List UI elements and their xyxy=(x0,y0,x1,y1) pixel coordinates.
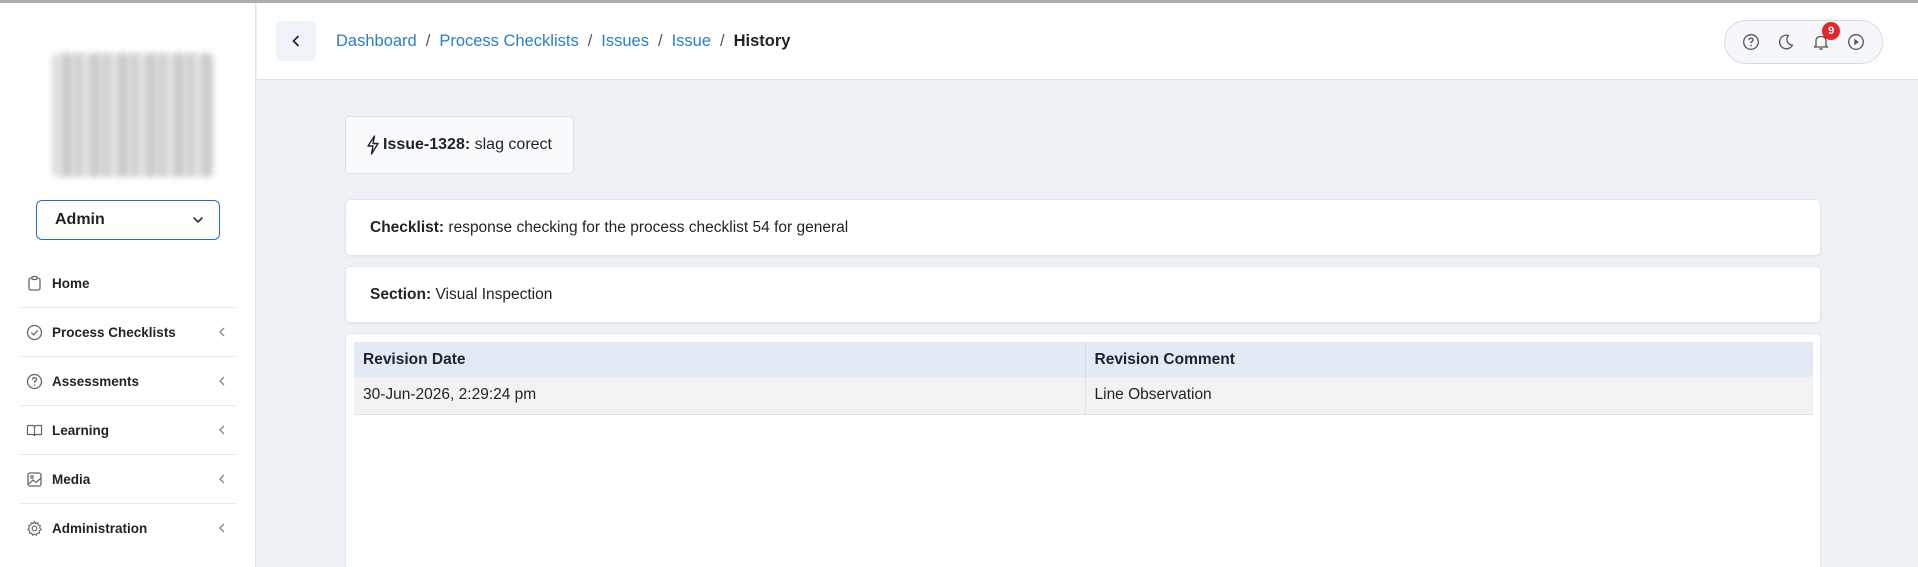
issue-id: Issue-1328: xyxy=(383,136,471,153)
breadcrumb-issues[interactable]: Issues xyxy=(601,32,649,51)
notifications-button[interactable]: 9 xyxy=(1810,22,1841,53)
chevron-left-icon xyxy=(219,523,225,533)
notification-count-badge: 9 xyxy=(1822,22,1841,40)
checklist-label: Checklist: xyxy=(370,218,445,236)
column-header-revision-date: Revision Date xyxy=(354,342,1086,377)
breadcrumb-separator: / xyxy=(425,32,431,50)
sidebar-item-label: Learning xyxy=(52,422,110,438)
sidebar-item-administration[interactable]: Administration xyxy=(20,504,236,553)
sidebar-item-label: Media xyxy=(52,471,91,487)
breadcrumb-separator: / xyxy=(657,32,663,50)
breadcrumb-process-checklists[interactable]: Process Checklists xyxy=(439,32,578,51)
play-circle-icon xyxy=(1848,34,1865,50)
chevron-left-icon xyxy=(219,425,225,435)
breadcrumb-separator: / xyxy=(587,32,593,50)
issue-title-card: Issue-1328: slag corect xyxy=(345,116,574,174)
sidebar: Admin Home Process Checklists Assessment… xyxy=(0,3,256,567)
breadcrumb-issue[interactable]: Issue xyxy=(672,32,711,51)
gear-icon xyxy=(26,520,43,537)
sidebar-nav: Home Process Checklists Assessments Lear… xyxy=(20,259,236,553)
play-button[interactable] xyxy=(1845,31,1867,53)
breadcrumb-separator: / xyxy=(720,32,725,50)
column-header-revision-comment: Revision Comment xyxy=(1085,342,1813,377)
sidebar-item-label: Assessments xyxy=(52,373,140,389)
help-button[interactable] xyxy=(1740,31,1762,53)
book-icon xyxy=(26,422,43,439)
role-select-value: Admin xyxy=(55,211,105,228)
top-header: Dashboard / Process Checklists / Issues … xyxy=(257,3,1918,80)
sidebar-item-label: Home xyxy=(52,275,90,291)
header-toolbar: 9 xyxy=(1724,20,1883,64)
section-label: Section: xyxy=(370,285,432,303)
table-header-row: Revision Date Revision Comment xyxy=(354,342,1813,377)
check-circle-icon xyxy=(26,324,43,341)
back-button[interactable] xyxy=(276,21,316,61)
clipboard-icon xyxy=(26,275,43,292)
sidebar-item-process-checklists[interactable]: Process Checklists xyxy=(20,308,236,357)
issue-title: slag corect xyxy=(474,136,552,153)
chevron-left-icon xyxy=(219,376,225,386)
section-card: Section: Visual Inspection xyxy=(345,266,1821,323)
sidebar-item-learning[interactable]: Learning xyxy=(20,406,236,455)
breadcrumb-dashboard[interactable]: Dashboard xyxy=(336,32,417,51)
company-logo xyxy=(52,53,214,177)
checklist-value: response checking for the process checkl… xyxy=(448,218,849,236)
breadcrumb-current: History xyxy=(733,32,791,50)
chevron-down-icon xyxy=(193,217,203,224)
chevron-left-icon xyxy=(219,327,225,337)
lightning-icon xyxy=(367,135,379,155)
chevron-left-icon xyxy=(292,35,299,47)
image-icon xyxy=(26,471,43,488)
sidebar-item-home[interactable]: Home xyxy=(20,259,236,308)
dark-mode-toggle[interactable] xyxy=(1775,31,1797,53)
help-icon xyxy=(1742,34,1759,50)
sidebar-item-media[interactable]: Media xyxy=(20,455,236,504)
section-value: Visual Inspection xyxy=(435,285,553,303)
revision-date-cell: 30-Jun-2026, 2:29:24 pm xyxy=(354,377,1086,415)
table-row: 30-Jun-2026, 2:29:24 pm Line Observation xyxy=(354,377,1813,415)
checklist-card: Checklist: response checking for the pro… xyxy=(345,199,1821,256)
role-select[interactable]: Admin xyxy=(36,200,220,240)
sidebar-item-assessments[interactable]: Assessments xyxy=(20,357,236,406)
sidebar-item-label: Process Checklists xyxy=(52,324,176,340)
revision-history-table: Revision Date Revision Comment 30-Jun-20… xyxy=(354,342,1813,415)
moon-icon xyxy=(1778,34,1794,50)
sidebar-item-label: Administration xyxy=(52,521,148,536)
chevron-left-icon xyxy=(219,474,225,484)
revision-comment-cell: Line Observation xyxy=(1085,377,1813,415)
breadcrumb: Dashboard / Process Checklists / Issues … xyxy=(336,32,790,51)
question-circle-icon xyxy=(26,373,43,390)
history-table-card: Revision Date Revision Comment 30-Jun-20… xyxy=(345,333,1821,567)
